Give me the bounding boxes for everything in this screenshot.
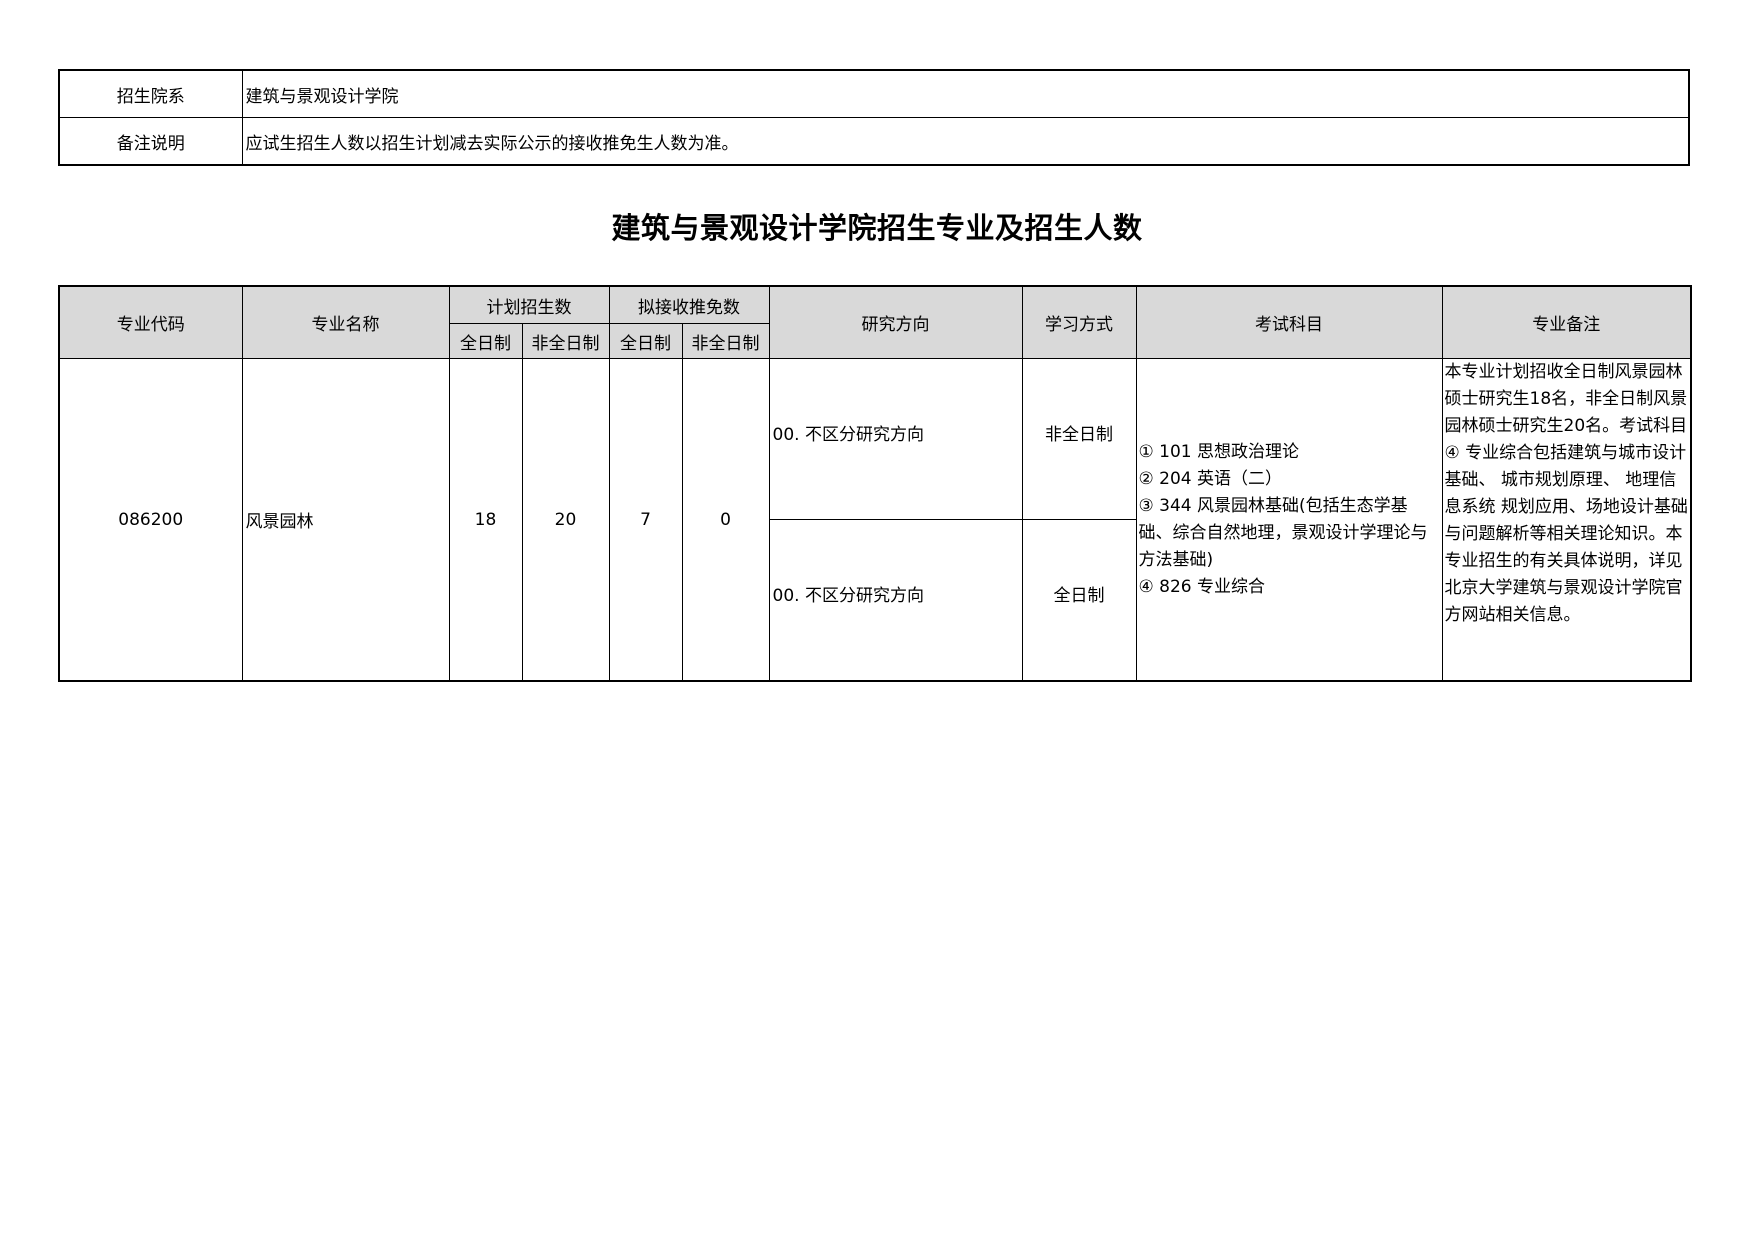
header-exempt-parttime: 非全日制 <box>681 323 770 359</box>
note-row: 备注说明 应试生招生人数以招生计划减去实际公示的接收推免生人数为准。 <box>58 117 1690 166</box>
header-name: 专业名称 <box>241 285 450 359</box>
page-title: 建筑与景观设计学院招生专业及招生人数 <box>611 211 1143 245</box>
direction-cell-1: 00. 不区分研究方向 <box>768 358 1023 520</box>
plan-fulltime: 18 <box>448 358 523 682</box>
exempt-parttime: 0 <box>681 358 770 682</box>
note-label: 备注说明 <box>58 117 243 166</box>
dept-value: 建筑与景观设计学院 <box>241 69 1690 118</box>
subject-1: ① 101 思想政治理论 <box>1138 441 1300 462</box>
info-table: 招生院系 建筑与景观设计学院 备注说明 应试生招生人数以招生计划减去实际公示的接… <box>58 69 1690 166</box>
subject-2: ② 204 英语（二） <box>1138 468 1283 489</box>
major-name: 风景园林 <box>241 358 450 682</box>
header-mode: 学习方式 <box>1021 285 1137 359</box>
subject-4: ④ 826 专业综合 <box>1138 576 1266 597</box>
header-code: 专业代码 <box>58 285 243 359</box>
mode-1: 非全日制 <box>1045 424 1113 445</box>
direction-2: 00. 不区分研究方向 <box>772 585 924 606</box>
remarks-cell: 本专业计划招收全日制风景园林硕士研究生18名，非全日制风景园林硕士研究生20名。… <box>1441 358 1692 682</box>
header-plan: 计划招生数 <box>448 285 610 324</box>
mode-cell-1: 非全日制 <box>1021 358 1137 520</box>
subjects-cell: ① 101 思想政治理论 ② 204 英语（二） ③ 344 风景园林基础(包括… <box>1135 358 1443 682</box>
major-code: 086200 <box>58 358 243 682</box>
table-row: 086200 风景园林 18 20 7 0 00. 不区分研究方向 非全日制 ①… <box>58 358 1692 682</box>
header-plan-fulltime: 全日制 <box>448 323 523 359</box>
remarks-text: 本专业计划招收全日制风景园林硕士研究生18名，非全日制风景园林硕士研究生20名。… <box>1444 362 1688 625</box>
note-value: 应试生招生人数以招生计划减去实际公示的接收推免生人数为准。 <box>241 117 1690 166</box>
dept-row: 招生院系 建筑与景观设计学院 <box>58 69 1690 118</box>
header-remarks: 专业备注 <box>1441 285 1692 359</box>
direction-1: 00. 不区分研究方向 <box>772 424 924 445</box>
mode-cell-2: 全日制 <box>1021 519 1137 682</box>
subject-3: ③ 344 风景园林基础(包括生态学基础、综合自然地理，景观设计学理论与方法基础… <box>1138 495 1428 570</box>
dept-label: 招生院系 <box>58 69 243 118</box>
header-row-1: 专业代码 专业名称 计划招生数 拟接收推免数 研究方向 学习方式 考试科目 专业… <box>58 285 1692 359</box>
header-direction: 研究方向 <box>768 285 1023 359</box>
direction-cell-2: 00. 不区分研究方向 <box>768 519 1023 682</box>
header-exempt: 拟接收推免数 <box>608 285 770 324</box>
header-plan-parttime: 非全日制 <box>521 323 610 359</box>
exempt-fulltime: 7 <box>608 358 683 682</box>
admission-table: 专业代码 专业名称 计划招生数 拟接收推免数 研究方向 学习方式 考试科目 专业… <box>58 285 1692 682</box>
plan-parttime: 20 <box>521 358 610 682</box>
header-exempt-fulltime: 全日制 <box>608 323 683 359</box>
header-subjects: 考试科目 <box>1135 285 1443 359</box>
mode-2: 全日制 <box>1053 585 1105 606</box>
